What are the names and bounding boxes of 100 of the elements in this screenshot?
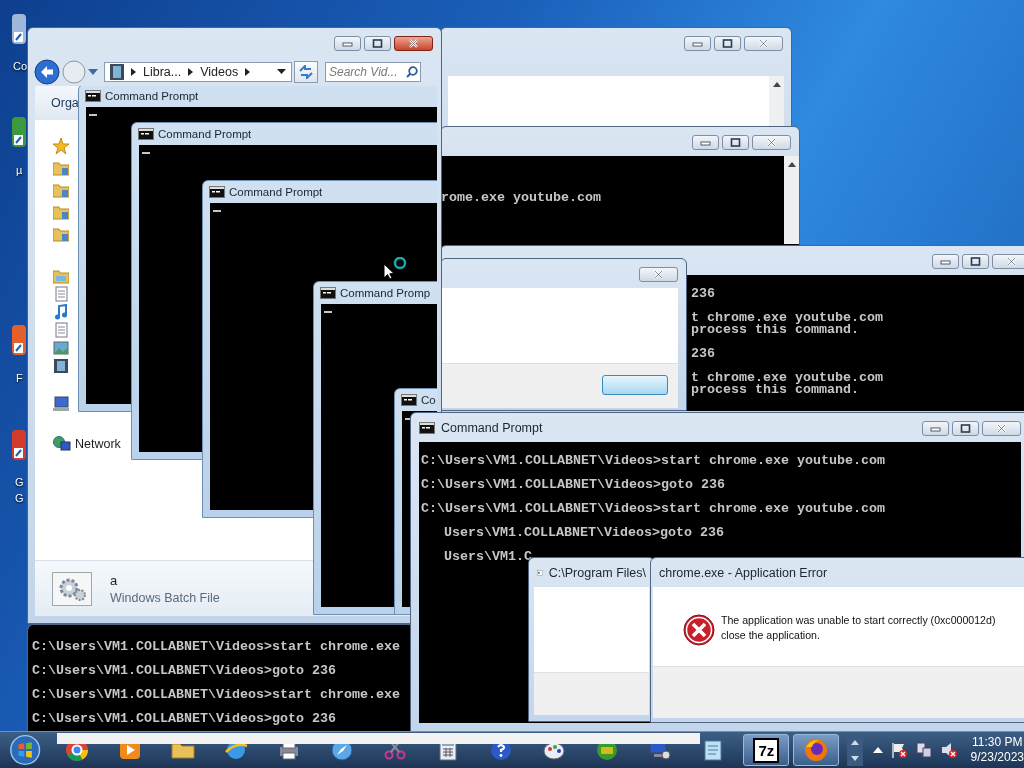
back-button-icon[interactable] bbox=[34, 58, 60, 85]
console-line: t chrome.exe youtube.com bbox=[691, 312, 884, 324]
maximize-icon bbox=[730, 138, 741, 147]
document-icon bbox=[53, 322, 69, 338]
window-title: Command Prompt bbox=[105, 90, 199, 102]
folder-icon bbox=[53, 226, 69, 242]
address-bar[interactable]: Libra... Videos bbox=[104, 61, 292, 82]
console-icon bbox=[138, 128, 154, 140]
max-button[interactable] bbox=[714, 36, 741, 51]
console-icon bbox=[419, 421, 435, 434]
max-button[interactable] bbox=[962, 254, 989, 269]
chevron-icon bbox=[131, 67, 136, 76]
console-line: rome.exe youtube.com bbox=[441, 192, 602, 204]
scroll-up-icon bbox=[772, 82, 781, 87]
console-line: C:\Users\VM1.COLLABNET\Videos>goto 236 bbox=[32, 713, 337, 725]
maximize-icon bbox=[970, 257, 981, 266]
maximize-icon bbox=[722, 39, 733, 48]
flag-icon[interactable] bbox=[889, 741, 908, 759]
max-button[interactable] bbox=[722, 135, 749, 150]
close-button[interactable] bbox=[394, 36, 433, 51]
library-icon bbox=[53, 268, 69, 284]
search-field[interactable]: Search Vid... bbox=[325, 61, 421, 82]
busy-cursor-icon bbox=[383, 257, 409, 279]
clock-time: 11:30 PM bbox=[972, 735, 1023, 750]
console-line: t chrome.exe youtube.com bbox=[691, 372, 884, 384]
max-button[interactable] bbox=[364, 36, 391, 51]
minimize-icon bbox=[692, 39, 703, 48]
nav-item[interactable]: Network bbox=[75, 437, 121, 451]
window-title: chrome.exe - Application Error bbox=[659, 565, 828, 580]
icon-label: G G bbox=[15, 475, 24, 506]
window-title: Command Prompt bbox=[229, 186, 323, 198]
icon-label: µ bbox=[16, 163, 23, 178]
network-icon[interactable] bbox=[914, 741, 933, 759]
picture-icon bbox=[53, 340, 69, 356]
search-icon bbox=[406, 65, 418, 78]
dialog-button[interactable] bbox=[602, 375, 668, 395]
refresh-icon bbox=[298, 64, 314, 79]
volume-muted-icon[interactable] bbox=[939, 741, 958, 759]
close-icon bbox=[408, 39, 419, 48]
console-line: C:\Users\VM1.COLLABNET\Videos>start chrome.exe bbox=[32, 641, 401, 653]
window-title: C:\Program Files\ bbox=[548, 565, 646, 580]
folder-icon bbox=[53, 204, 69, 220]
window-title: Command Promp bbox=[340, 287, 431, 299]
refresh-button[interactable] bbox=[294, 60, 318, 83]
text-cursor bbox=[324, 311, 332, 313]
chevron-icon bbox=[245, 67, 251, 76]
console-icon bbox=[209, 186, 225, 198]
scroll-down-icon bbox=[850, 755, 859, 761]
close-icon bbox=[653, 270, 664, 279]
taskbar-button[interactable]: 7z bbox=[743, 734, 790, 766]
breadcrumb[interactable]: Videos bbox=[200, 64, 239, 79]
shortcut-icon bbox=[12, 430, 26, 460]
chevron-icon bbox=[188, 67, 194, 76]
folder-icon bbox=[53, 182, 69, 198]
minimize-icon bbox=[342, 39, 353, 48]
text-cursor bbox=[142, 152, 150, 154]
network-icon bbox=[53, 436, 71, 452]
window-title: Co bbox=[421, 394, 436, 406]
clock[interactable]: 11:30 PM 9/23/2023 bbox=[970, 735, 1024, 765]
shortcut-icon bbox=[12, 325, 26, 355]
icon-label: Co bbox=[13, 59, 28, 74]
minimize-icon bbox=[700, 138, 711, 147]
breadcrumb[interactable]: Libra... bbox=[143, 64, 182, 79]
folder-icon bbox=[53, 160, 69, 176]
close-icon bbox=[1006, 257, 1017, 266]
max-button[interactable] bbox=[952, 421, 979, 436]
console-line: 236 bbox=[691, 288, 716, 300]
text-cursor bbox=[89, 114, 97, 116]
file-type: Windows Batch File bbox=[110, 590, 220, 605]
dropdown-icon[interactable] bbox=[277, 69, 286, 74]
clock-date: 9/23/2023 bbox=[970, 750, 1024, 765]
minimize-icon bbox=[930, 424, 941, 433]
console-line: process this command. bbox=[691, 324, 859, 336]
error-message: The application was unable to start correctly (0xc000012d) close the application. bbox=[721, 613, 996, 643]
console-line: C:\Users\VM1.COLLABNET\Videos>start chrome.exe bbox=[32, 689, 401, 701]
console-line: C:\Users\VM1.COLLABNET\Videos>start chrome.exe youtube.com bbox=[421, 455, 886, 467]
scroll-up-icon bbox=[787, 162, 796, 167]
console-icon bbox=[401, 394, 417, 406]
text-cursor bbox=[213, 210, 221, 212]
console-line: C:\Users\VM1.COLLABNET\Videos>start chrome.exe youtube.com bbox=[421, 503, 886, 515]
console-icon bbox=[85, 90, 101, 102]
firefox-icon bbox=[803, 737, 830, 763]
scrollbar[interactable] bbox=[769, 76, 784, 126]
close-icon bbox=[766, 138, 777, 147]
film-icon bbox=[53, 358, 69, 374]
close-icon bbox=[758, 39, 769, 48]
app-logo: 7z bbox=[753, 737, 780, 763]
scroll-up-icon bbox=[850, 739, 859, 745]
shortcut-icon bbox=[12, 14, 26, 44]
console-line: 236 bbox=[691, 348, 716, 360]
scrollbar[interactable] bbox=[784, 156, 799, 244]
window-title: Command Prompt bbox=[158, 128, 252, 140]
show-hidden-icons-icon[interactable] bbox=[872, 747, 883, 753]
window-title: Command Prompt bbox=[441, 420, 543, 435]
console-icon bbox=[320, 287, 336, 299]
console-line: C:\Users\VM1.COLLABNET\Videos>goto 236 bbox=[421, 479, 726, 491]
file-name: a bbox=[110, 572, 119, 588]
star-icon bbox=[53, 138, 69, 154]
organize-menu[interactable]: Orga bbox=[51, 96, 79, 110]
document-icon bbox=[53, 286, 69, 302]
